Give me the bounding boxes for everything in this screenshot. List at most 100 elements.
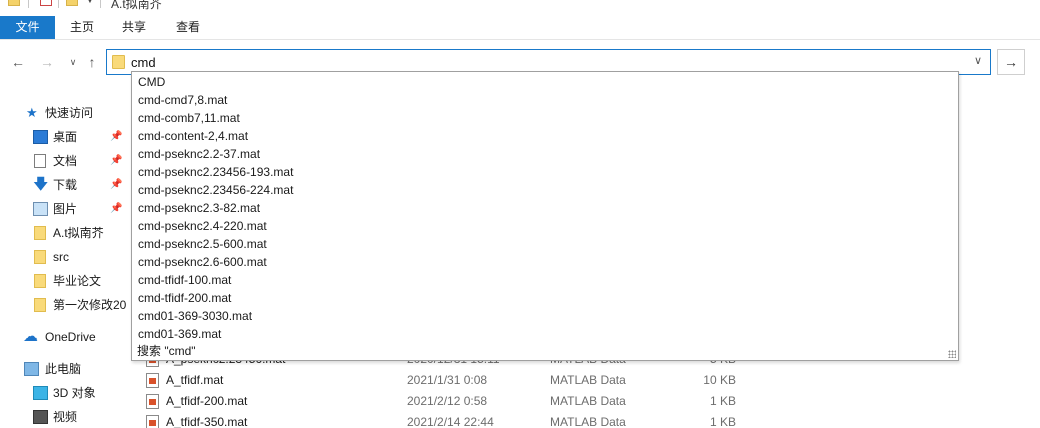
go-arrow-icon[interactable]: →: [997, 49, 1025, 75]
pin-icon: 📌: [110, 203, 123, 214]
computer-icon: [24, 362, 39, 376]
sidebar-item-documents[interactable]: 文档 📌: [0, 150, 130, 172]
sidebar-item-videos[interactable]: 视频: [0, 406, 130, 428]
cloud-icon: ☁: [23, 328, 38, 345]
sidebar-item-label: 图片: [53, 202, 78, 216]
sidebar-item-3d-objects[interactable]: 3D 对象: [0, 382, 130, 404]
sidebar-item-label: 桌面: [53, 130, 78, 144]
desktop-icon: [33, 130, 48, 144]
suggestion-item[interactable]: cmd-tfidf-100.mat: [138, 271, 231, 289]
file-date: 2021/2/14 22:44: [407, 415, 494, 428]
sidebar-item-label: 3D 对象: [53, 386, 96, 400]
tab-file[interactable]: 文件: [0, 16, 55, 39]
suggestion-item[interactable]: cmd01-369-3030.mat: [138, 307, 252, 325]
tab-view[interactable]: 查看: [162, 16, 214, 39]
customize-toolbar-icon[interactable]: ▼: [86, 0, 94, 5]
properties-icon[interactable]: [40, 0, 52, 6]
chevron-down-icon[interactable]: ∨: [64, 52, 82, 72]
suggestion-item[interactable]: cmd-comb7,11.mat: [138, 109, 240, 127]
folder-icon: [34, 298, 46, 312]
suggestion-item[interactable]: cmd-pseknc2.5-600.mat: [138, 235, 267, 253]
file-size: 1 KB: [709, 394, 736, 408]
divider: [58, 0, 59, 8]
tab-share[interactable]: 共享: [108, 16, 160, 39]
sidebar-item-label: 毕业论文: [53, 274, 102, 288]
table-row[interactable]: A_tfidf.mat 2021/1/31 0:08 MATLAB Data 1…: [130, 370, 1040, 391]
suggestion-item[interactable]: cmd-pseknc2.6-600.mat: [138, 253, 267, 271]
suggestion-item[interactable]: cmd-content-2,4.mat: [138, 127, 248, 145]
sidebar-item-label: 视频: [53, 410, 78, 424]
file-size: 10 KB: [703, 373, 736, 387]
pin-icon: 📌: [110, 131, 123, 142]
file-name: A_tfidf-350.mat: [166, 415, 248, 428]
folder-icon: [34, 274, 46, 288]
sidebar-item-label: src: [53, 250, 69, 264]
divider: [100, 0, 101, 8]
table-row[interactable]: A_tfidf-350.mat 2021/2/14 22:44 MATLAB D…: [130, 412, 1040, 428]
forward-arrow-icon[interactable]: →: [38, 52, 56, 72]
file-size: 1 KB: [709, 415, 736, 428]
sidebar-item-desktop[interactable]: 桌面 📌: [0, 126, 130, 148]
sidebar-item-quick-access[interactable]: ★ 快速访问: [0, 102, 130, 124]
folder-icon: [8, 0, 20, 6]
sidebar-item-folder[interactable]: 第一次修改20: [0, 294, 130, 316]
star-icon: ★: [26, 105, 38, 120]
sidebar-item-label: 下载: [53, 178, 78, 192]
video-icon: [33, 410, 48, 424]
sidebar-item-label: A.t拟南芥: [53, 226, 104, 240]
mat-file-icon: [146, 394, 159, 409]
up-arrow-icon[interactable]: ↑: [83, 52, 101, 72]
pin-icon: 📌: [110, 155, 123, 166]
back-arrow-icon[interactable]: ←: [9, 52, 27, 72]
window-title: A.t拟南芥: [111, 0, 162, 11]
suggestion-item[interactable]: cmd-pseknc2.23456-224.mat: [138, 181, 293, 199]
suggestion-item[interactable]: cmd-pseknc2.4-220.mat: [138, 217, 267, 235]
sidebar-item-folder[interactable]: src: [0, 246, 130, 268]
suggestion-item[interactable]: cmd-tfidf-200.mat: [138, 289, 231, 307]
title-bar: ▼ A.t拟南芥: [0, 0, 1040, 12]
suggestion-item[interactable]: cmd-pseknc2.3-82.mat: [138, 199, 260, 217]
document-icon: [34, 154, 46, 168]
file-name: A_tfidf-200.mat: [166, 394, 248, 408]
pictures-icon: [33, 202, 48, 216]
mat-file-icon: [146, 415, 159, 428]
file-date: 2021/1/31 0:08: [407, 373, 488, 387]
sidebar-item-label: 第一次修改20: [53, 298, 127, 312]
sidebar-item-label: 文档: [53, 154, 78, 168]
3d-objects-icon: [33, 386, 48, 400]
ribbon-tabs: 文件 主页 共享 查看: [0, 16, 1040, 40]
folder-icon: [34, 226, 46, 240]
tab-home[interactable]: 主页: [56, 16, 108, 39]
sidebar-item-label: OneDrive: [45, 330, 96, 344]
download-icon: 🡇: [33, 176, 49, 193]
sidebar-item-label: 此电脑: [45, 362, 82, 376]
sidebar-item-onedrive[interactable]: ☁ OneDrive: [0, 326, 130, 348]
file-type: MATLAB Data: [550, 373, 626, 387]
file-type: MATLAB Data: [550, 415, 626, 428]
sidebar-item-this-pc[interactable]: 此电脑: [0, 358, 130, 380]
sidebar-item-downloads[interactable]: 🡇 下载 📌: [0, 174, 130, 196]
search-suggestion[interactable]: 搜索 "cmd": [137, 343, 196, 360]
sidebar-item-label: 快速访问: [45, 106, 94, 120]
suggestion-item[interactable]: cmd-pseknc2.23456-193.mat: [138, 163, 293, 181]
address-dropdown-icon[interactable]: ∨: [974, 54, 982, 67]
new-folder-icon[interactable]: [66, 0, 78, 6]
suggestion-item[interactable]: cmd01-369.mat: [138, 325, 221, 343]
sidebar-item-folder[interactable]: A.t拟南芥: [0, 222, 130, 244]
suggestion-item[interactable]: cmd-pseknc2.2-37.mat: [138, 145, 260, 163]
file-type: MATLAB Data: [550, 394, 626, 408]
suggestion-item[interactable]: cmd-cmd7,8.mat: [138, 91, 227, 109]
sidebar-item-pictures[interactable]: 图片 📌: [0, 198, 130, 220]
mat-file-icon: [146, 373, 159, 388]
suggestion-item[interactable]: CMD: [138, 73, 165, 91]
resize-grip-icon[interactable]: [948, 350, 956, 358]
table-row[interactable]: A_tfidf-200.mat 2021/2/12 0:58 MATLAB Da…: [130, 391, 1040, 412]
folder-icon: [112, 55, 125, 69]
file-name: A_tfidf.mat: [166, 373, 224, 387]
address-suggestions: CMD cmd-cmd7,8.mat cmd-comb7,11.mat cmd-…: [131, 71, 959, 361]
folder-icon: [34, 250, 46, 264]
sidebar-item-folder[interactable]: 毕业论文: [0, 270, 130, 292]
pin-icon: 📌: [110, 179, 123, 190]
address-input[interactable]: [131, 53, 951, 71]
navigation-pane: ★ 快速访问 桌面 📌 文档 📌 🡇 下载 📌 图片 📌 A.t拟南芥 src …: [0, 100, 130, 428]
